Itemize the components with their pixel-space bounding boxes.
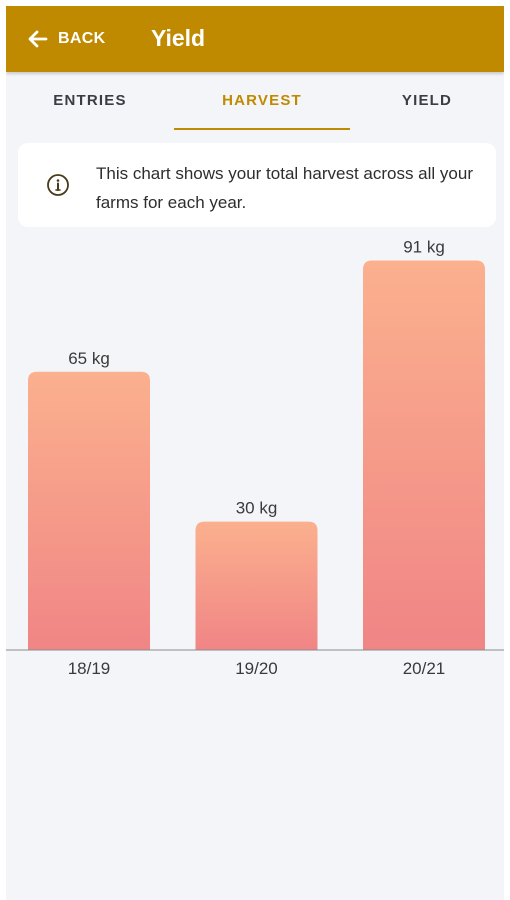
harvest-bar-chart: 65 kg 18/19 30 kg 19/20 91 kg 20/21 (6, 238, 504, 678)
bar-20-21 (363, 260, 485, 650)
bar-value-label: 65 kg (68, 349, 110, 368)
x-tick-label: 20/21 (403, 659, 446, 678)
bar-18-19 (28, 371, 150, 650)
x-tick-label: 18/19 (68, 659, 111, 678)
app-screen: BACK Yield ENTRIES HARVEST YIELD This ch… (6, 6, 504, 900)
bar-value-label: 91 kg (403, 238, 445, 257)
bar-19-20 (195, 521, 318, 650)
x-tick-label: 19/20 (235, 659, 278, 678)
bar-value-label: 30 kg (236, 499, 278, 518)
